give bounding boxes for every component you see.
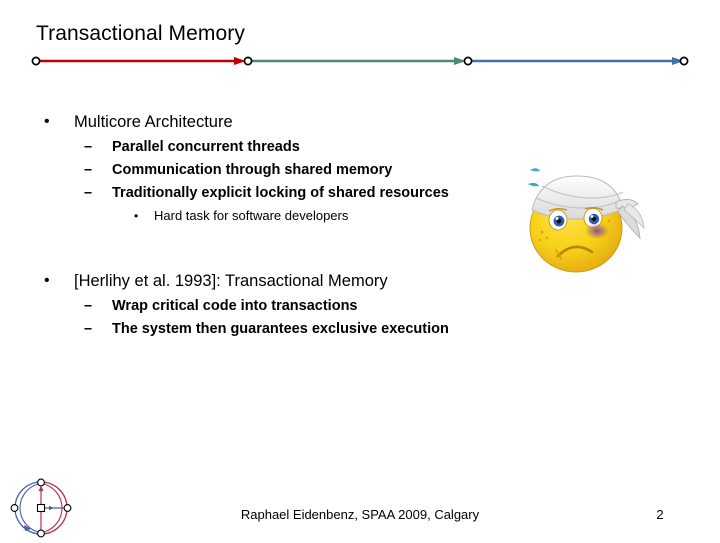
bullet-dot-icon: • <box>134 209 139 223</box>
slide: Transactional Memory • Multicore Archite… <box>0 0 720 540</box>
divider-svg <box>31 56 689 66</box>
bullet-level3: • Hard task for software developers <box>36 205 536 227</box>
bullet-level3-text: Hard task for software developers <box>154 208 349 223</box>
bullet-level2: – Wrap critical code into transactions <box>36 295 536 318</box>
bullet-level1-text: Multicore Architecture <box>74 113 233 131</box>
cheek-freckle <box>545 236 549 240</box>
title-divider-rule <box>30 54 690 68</box>
footer-attribution: Raphael Eidenbenz, SPAA 2009, Calgary <box>240 507 480 522</box>
rule-node-start <box>31 56 41 66</box>
sweat-drop-icon <box>530 168 540 172</box>
dash-marker-icon: – <box>84 321 93 337</box>
bullet-level2-text: Traditionally explicit locking of shared… <box>112 185 449 201</box>
bullet-level2-text: Communication through shared memory <box>112 162 393 178</box>
bullet-level2: – The system then guarantees exclusive e… <box>36 318 536 341</box>
cheek-freckle <box>607 219 611 223</box>
bullet-level2: – Parallel concurrent threads <box>36 136 536 159</box>
left-eye-glint <box>555 217 559 220</box>
injured-smiley-icon <box>516 158 648 282</box>
page-title: Transactional Memory <box>36 22 245 45</box>
slide-body: • Multicore Architecture – Parallel conc… <box>36 110 536 341</box>
rule-node-1 <box>243 56 253 66</box>
cheek-freckle <box>538 238 542 242</box>
bullet-level2: – Communication through shared memory <box>36 159 536 182</box>
logo-node-top <box>37 478 45 487</box>
rule-node-end <box>679 56 689 66</box>
bullet-level1: • [Herlihy et al. 1993]: Transactional M… <box>36 269 536 293</box>
dash-marker-icon: – <box>84 298 93 314</box>
bullet-level2-text: The system then guarantees exclusive exe… <box>112 321 449 337</box>
dash-marker-icon: – <box>84 185 93 201</box>
bullet-level1: • Multicore Architecture <box>36 110 536 134</box>
dash-marker-icon: – <box>84 139 93 155</box>
bullet-level1-text: [Herlihy et al. 1993]: Transactional Mem… <box>74 272 388 290</box>
sweat-drop-icon <box>528 182 539 187</box>
dash-marker-icon: – <box>84 162 93 178</box>
bullet-level2-text: Parallel concurrent threads <box>112 139 300 155</box>
cheek-freckle <box>540 230 544 234</box>
logo-node-bottom <box>37 529 45 538</box>
right-eye-glint <box>590 215 594 218</box>
injured-smiley-svg <box>528 168 645 273</box>
bullet-level2-text: Wrap critical code into transactions <box>112 298 358 314</box>
bullet-dot-icon: • <box>44 272 50 289</box>
bullet-dot-icon: • <box>44 113 50 130</box>
bullet-level2: – Traditionally explicit locking of shar… <box>36 182 536 205</box>
rule-node-2 <box>463 56 473 66</box>
page-number: 2 <box>656 507 664 522</box>
bruise-mark <box>585 223 609 239</box>
